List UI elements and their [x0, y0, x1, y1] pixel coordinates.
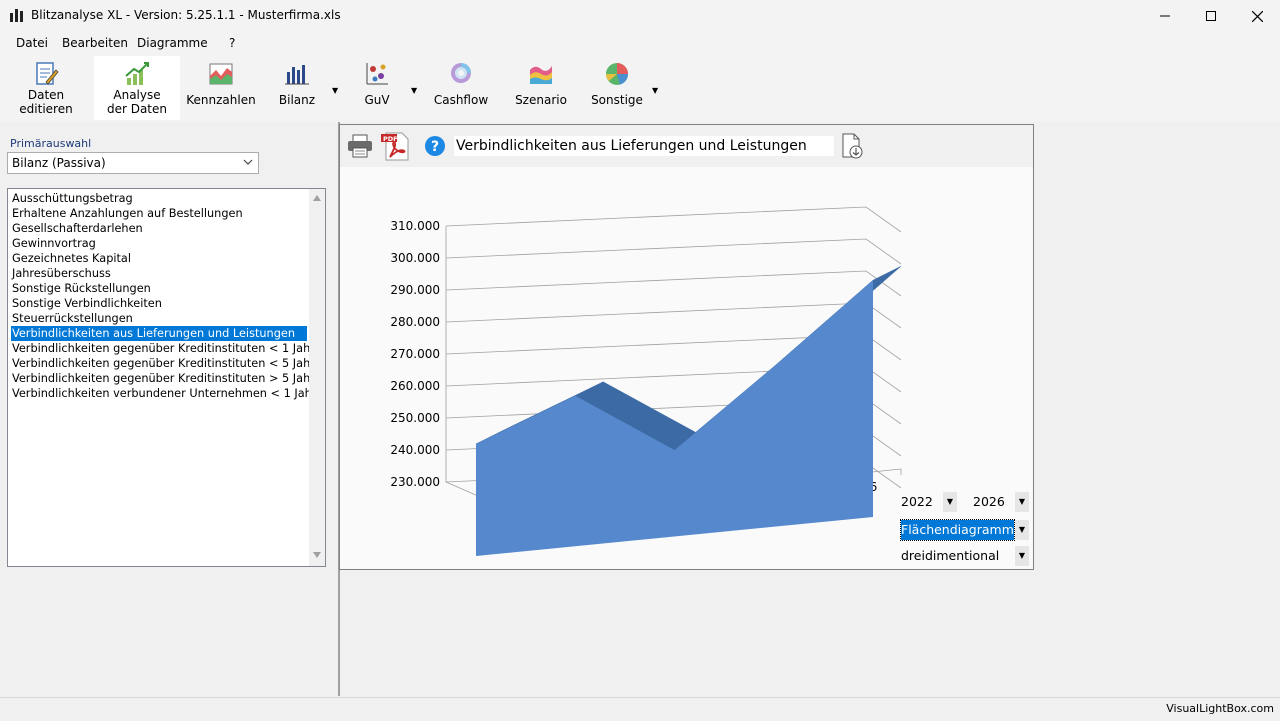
status-text: VisualLightBox.com	[1166, 702, 1274, 715]
maximize-icon	[1206, 11, 1216, 21]
menu-bar: Datei Bearbeiten Diagramme ?	[0, 32, 1280, 54]
status-bar: VisualLightBox.com	[0, 697, 1280, 721]
menu-diagramme[interactable]: Diagramme	[137, 36, 208, 50]
year-to-dropdown-icon[interactable]: ▼	[1015, 492, 1029, 512]
list-item[interactable]: Gezeichnetes Kapital	[11, 251, 131, 266]
area-front-face	[476, 280, 873, 556]
list-item[interactable]: Erhaltene Anzahlungen auf Bestellungen	[11, 206, 243, 221]
daten-editieren-button[interactable]: Daten editieren	[4, 56, 88, 120]
svg-text:?: ?	[431, 139, 439, 155]
menu-bearbeiten[interactable]: Bearbeiten	[62, 36, 128, 50]
primary-selection-dropdown[interactable]: Bilanz (Passiva)	[7, 152, 259, 174]
y-tick-label: 260.000	[390, 379, 440, 393]
analyse-label-2: der Daten	[106, 102, 168, 116]
primary-selection-value: Bilanz (Passiva)	[12, 156, 106, 170]
analyse-button[interactable]: Analyse der Daten	[94, 56, 180, 120]
sonstige-button[interactable]: Sonstige	[588, 56, 646, 120]
gridline	[445, 238, 902, 265]
cashflow-label: Cashflow	[433, 93, 489, 107]
bilanz-label: Bilanz	[278, 93, 316, 107]
cashflow-icon	[451, 63, 471, 83]
menu-datei[interactable]: Datei	[16, 36, 48, 50]
bilanz-icon	[285, 65, 309, 85]
list-item[interactable]: Verbindlichkeiten gegenüber Kreditinstit…	[11, 356, 322, 371]
y-tick-label: 300.000	[390, 251, 440, 265]
sonstige-label: Sonstige	[591, 93, 643, 107]
app-icon	[10, 9, 23, 22]
guv-label: GuV	[364, 93, 390, 107]
dimension-dropdown-icon[interactable]: ▼	[1015, 546, 1029, 566]
window-title: Blitzanalyse XL - Version: 5.25.1.1 - Mu…	[31, 8, 341, 22]
help-icon[interactable]: ?	[424, 135, 446, 157]
list-item[interactable]: Verbindlichkeiten gegenüber Kreditinstit…	[11, 341, 315, 356]
list-item[interactable]: Jahresüberschuss	[11, 266, 111, 281]
sonstige-dropdown-icon[interactable]: ▼	[652, 86, 658, 95]
chart-panel: PDF ? Verbindlichkeiten aus Lieferungen …	[339, 124, 1034, 570]
item-listbox[interactable]: Ausschüttungsbetrag Erhaltene Anzahlunge…	[7, 188, 326, 567]
export-icon[interactable]	[840, 133, 864, 159]
list-item[interactable]: Steuerrückstellungen	[11, 311, 133, 326]
list-item[interactable]: Gewinnvortrag	[11, 236, 96, 251]
bilanz-button[interactable]: Bilanz	[270, 56, 324, 120]
y-tick-label: 290.000	[390, 283, 440, 297]
gridline	[445, 270, 902, 297]
dimension-value[interactable]: dreidimentional	[901, 546, 999, 566]
y-tick-label: 280.000	[390, 315, 440, 329]
szenario-label: Szenario	[515, 93, 567, 107]
list-item[interactable]: Ausschüttungsbetrag	[11, 191, 133, 206]
guv-icon	[366, 63, 388, 85]
sonstige-icon	[606, 63, 628, 85]
gridline	[445, 206, 902, 233]
cashflow-button[interactable]: Cashflow	[430, 56, 492, 120]
toolbar: Daten editieren Analyse der Daten Kennza…	[0, 54, 1280, 122]
szenario-button[interactable]: Szenario	[510, 56, 572, 120]
year-from-dropdown-icon[interactable]: ▼	[943, 492, 957, 512]
chart-header: PDF ? Verbindlichkeiten aus Lieferungen …	[340, 125, 1033, 167]
y-tick-label: 310.000	[390, 219, 440, 233]
y-tick-label: 270.000	[390, 347, 440, 361]
svg-text:PDF: PDF	[383, 135, 398, 143]
list-item[interactable]: Verbindlichkeiten verbundener Unternehme…	[11, 386, 316, 401]
y-tick-label: 240.000	[390, 443, 440, 457]
kennzahlen-label: Kennzahlen	[186, 93, 256, 107]
printer-icon[interactable]	[347, 134, 373, 158]
kennzahlen-icon	[209, 63, 233, 85]
chart-type-dropdown-icon[interactable]: ▼	[1015, 520, 1029, 540]
list-item[interactable]: Verbindlichkeiten gegenüber Kreditinstit…	[11, 371, 322, 386]
list-item[interactable]: Sonstige Verbindlichkeiten	[11, 296, 162, 311]
chart-type-value[interactable]: Flächendiagramm	[900, 519, 1015, 541]
y-tick-label: 230.000	[390, 475, 440, 489]
pdf-icon[interactable]: PDF	[380, 131, 412, 161]
y-tick-label: 250.000	[390, 411, 440, 425]
primary-selection-label: Primärauswahl	[10, 137, 92, 150]
list-scrollbar[interactable]	[309, 189, 325, 566]
bilanz-dropdown-icon[interactable]: ▼	[332, 86, 338, 95]
chart-title: Verbindlichkeiten aus Lieferungen und Le…	[454, 136, 834, 156]
list-item-selected[interactable]: Verbindlichkeiten aus Lieferungen und Le…	[11, 326, 307, 341]
year-to-value[interactable]: 2026	[973, 492, 1005, 512]
scroll-down-icon[interactable]	[313, 552, 321, 558]
close-icon	[1251, 10, 1263, 22]
daten-label-1: Daten	[27, 88, 65, 102]
maximize-button[interactable]	[1188, 0, 1234, 32]
minimize-icon	[1160, 15, 1170, 17]
guv-dropdown-icon[interactable]: ▼	[411, 86, 417, 95]
close-button[interactable]	[1234, 0, 1280, 32]
list-item[interactable]: Sonstige Rückstellungen	[11, 281, 151, 296]
scroll-up-icon[interactable]	[313, 195, 321, 201]
analyse-label-1: Analyse	[113, 88, 161, 102]
year-from-value[interactable]: 2022	[901, 492, 933, 512]
edit-data-icon	[36, 62, 59, 85]
minimize-button[interactable]	[1142, 0, 1188, 32]
menu-help[interactable]: ?	[229, 36, 235, 50]
szenario-icon	[530, 66, 552, 84]
title-bar: Blitzanalyse XL - Version: 5.25.1.1 - Mu…	[0, 0, 1280, 32]
daten-label-2: editieren	[19, 102, 73, 116]
guv-button[interactable]: GuV	[352, 56, 402, 120]
list-item[interactable]: Gesellschafterdarlehen	[11, 221, 143, 236]
analysis-icon	[125, 62, 149, 85]
kennzahlen-button[interactable]: Kennzahlen	[186, 56, 256, 120]
chevron-down-icon	[243, 159, 253, 165]
